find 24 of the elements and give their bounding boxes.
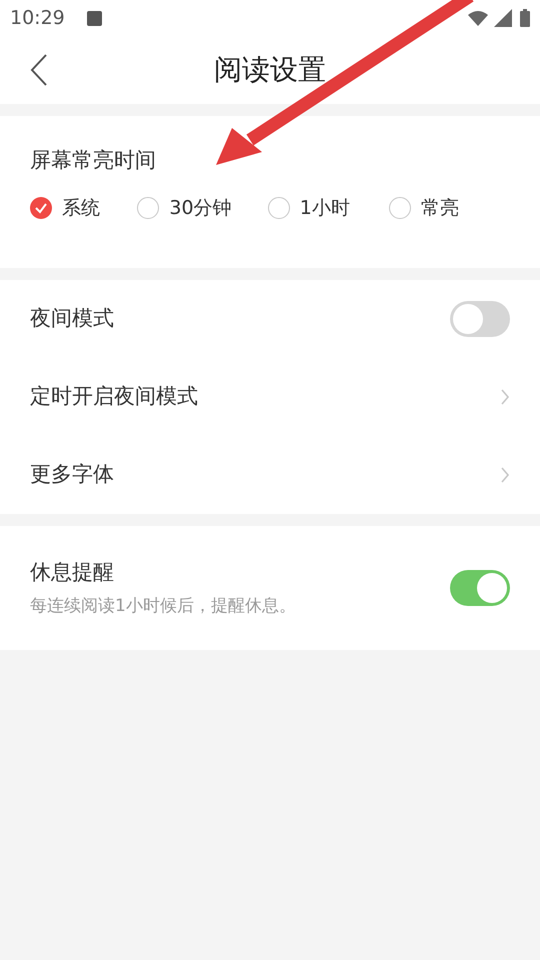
toggle-switch[interactable] xyxy=(450,301,510,337)
settings-row[interactable]: 定时开启夜间模式 xyxy=(0,358,540,436)
wifi-icon xyxy=(468,10,488,26)
radio-option[interactable]: 30分钟 xyxy=(137,194,268,222)
back-icon[interactable] xyxy=(30,54,48,86)
radio-unchecked-icon xyxy=(388,197,411,220)
setting-label: 休息提醒 xyxy=(30,558,115,586)
chevron-right-icon xyxy=(500,466,510,484)
settings-row[interactable]: 夜间模式 xyxy=(0,280,540,358)
setting-description: 每连续阅读1小时候后，提醒休息。 xyxy=(30,595,296,618)
radio-unchecked-icon xyxy=(137,197,160,220)
settings-row[interactable]: 更多字体 xyxy=(0,436,540,514)
battery-icon xyxy=(520,9,530,27)
radio-checked-icon xyxy=(30,197,52,220)
radio-unchecked-icon xyxy=(268,197,290,220)
signal-icon xyxy=(494,9,512,27)
radio-option[interactable]: 常亮 xyxy=(388,194,510,222)
chevron-right-icon xyxy=(500,388,510,406)
section-title: 屏幕常亮时间 xyxy=(30,147,157,174)
toggle-switch[interactable] xyxy=(450,570,510,606)
radio-option[interactable]: 1小时 xyxy=(268,194,389,222)
radio-option[interactable]: 系统 xyxy=(30,194,138,222)
page-title: 阅读设置 xyxy=(214,52,326,88)
status-time: 10:29 xyxy=(10,6,65,31)
